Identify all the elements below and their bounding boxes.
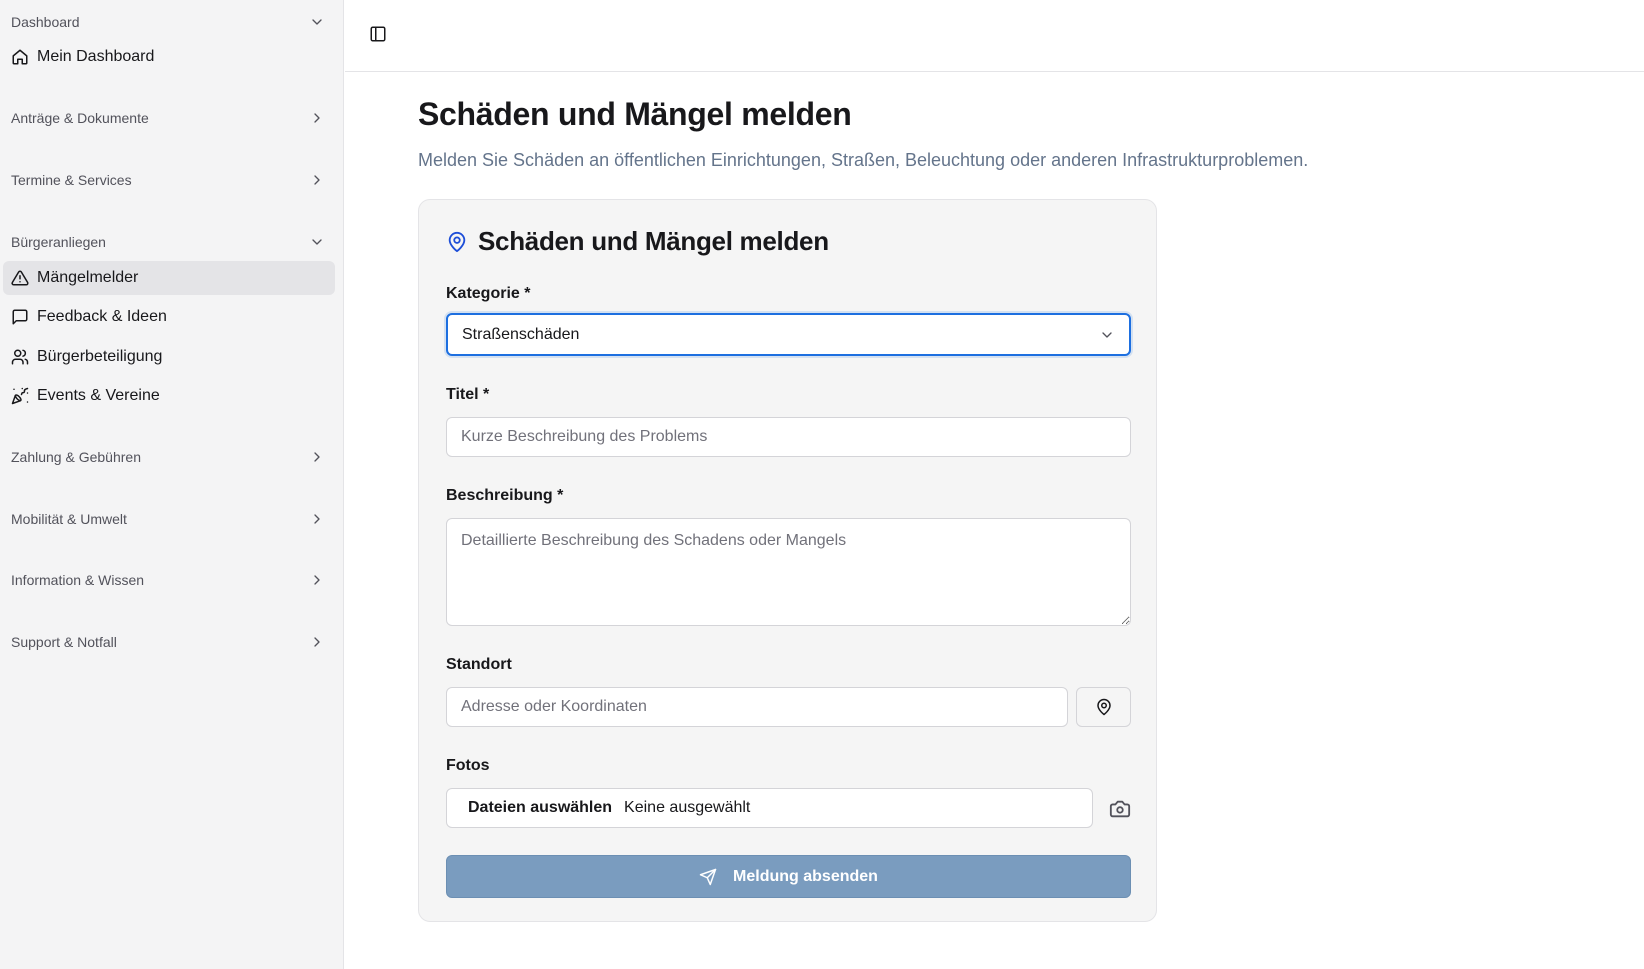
chevron-right-icon <box>309 634 325 650</box>
sidebar-group-support[interactable]: Support & Notfall <box>11 631 331 653</box>
message-square-icon <box>11 308 29 326</box>
chevron-right-icon <box>309 172 325 188</box>
category-label: Kategorie * <box>446 285 531 302</box>
chevron-down-icon <box>1099 327 1115 343</box>
sidebar-group-zahlung[interactable]: Zahlung & Gebühren <box>11 446 331 468</box>
sidebar-item-maengelmelder[interactable]: Mängelmelder <box>3 261 335 295</box>
description-textarea[interactable] <box>446 518 1131 626</box>
send-icon <box>699 868 717 886</box>
sidebar-toggle-icon <box>370 26 386 42</box>
sidebar-item-label: Events & Vereine <box>37 387 160 404</box>
file-status: Keine ausgewählt <box>624 799 751 816</box>
chevron-right-icon <box>309 511 325 527</box>
title-input[interactable] <box>446 417 1131 457</box>
report-form-card: Schäden und Mängel melden Kategorie * St… <box>418 199 1157 922</box>
category-select[interactable]: Straßenschäden <box>446 313 1131 356</box>
photos-label: Fotos <box>446 757 490 774</box>
sidebar-group-dashboard[interactable]: Dashboard <box>11 11 331 33</box>
location-input[interactable] <box>446 687 1068 727</box>
sidebar-item-mein-dashboard[interactable]: Mein Dashboard <box>3 40 335 74</box>
sidebar-group-label: Support & Notfall <box>11 634 117 650</box>
map-pin-icon <box>446 231 468 253</box>
chevron-down-icon <box>309 14 325 30</box>
sidebar-group-label: Bürgeranliegen <box>11 234 106 250</box>
locate-button[interactable] <box>1076 687 1131 727</box>
sidebar-group-label: Information & Wissen <box>11 572 145 588</box>
sidebar-item-buergerbeteiligung[interactable]: Bürgerbeteiligung <box>3 340 335 374</box>
sidebar-group-label: Mobilität & Umwelt <box>11 511 127 527</box>
sidebar-group-buergeranliegen[interactable]: Bürgeranliegen <box>11 231 331 253</box>
sidebar-group-label: Zahlung & Gebühren <box>11 449 141 465</box>
sidebar-group-mobilitaet[interactable]: Mobilität & Umwelt <box>11 508 331 530</box>
party-popper-icon <box>11 387 29 405</box>
page-subtitle: Melden Sie Schäden an öffentlichen Einri… <box>418 150 1309 170</box>
map-pin-icon <box>1096 698 1111 716</box>
sidebar-toggle-button[interactable] <box>367 23 389 45</box>
description-label: Beschreibung * <box>446 487 564 504</box>
home-icon <box>11 48 29 66</box>
chevron-right-icon <box>309 110 325 126</box>
choose-files-button[interactable]: Dateien auswählen <box>468 799 612 817</box>
chevron-right-icon <box>309 449 325 465</box>
submit-label: Meldung absenden <box>733 867 878 885</box>
sidebar-group-antraege[interactable]: Anträge & Dokumente <box>11 107 331 129</box>
category-value: Straßenschäden <box>462 325 580 343</box>
alert-triangle-icon <box>11 269 29 287</box>
card-title-text: Schäden und Mängel melden <box>478 226 829 256</box>
sidebar-item-label: Mängelmelder <box>37 269 139 286</box>
top-bar <box>345 0 1644 72</box>
chevron-right-icon <box>309 572 325 588</box>
sidebar-group-label: Dashboard <box>11 14 80 30</box>
sidebar-group-label: Anträge & Dokumente <box>11 110 149 126</box>
sidebar-item-label: Feedback & Ideen <box>37 308 167 325</box>
users-icon <box>11 348 29 366</box>
chevron-down-icon <box>309 234 325 250</box>
location-label: Standort <box>446 656 512 673</box>
sidebar: Dashboard Mein Dashboard Anträge & Dokum… <box>0 0 344 969</box>
sidebar-item-feedback[interactable]: Feedback & Ideen <box>3 300 335 334</box>
sidebar-item-events[interactable]: Events & Vereine <box>3 379 335 413</box>
card-title: Schäden und Mängel melden <box>446 226 829 257</box>
title-label: Titel * <box>446 386 490 403</box>
photos-file-input[interactable]: Dateien auswählen Keine ausgewählt <box>446 788 1093 828</box>
camera-icon[interactable] <box>1109 798 1131 820</box>
sidebar-group-termine[interactable]: Termine & Services <box>11 169 331 191</box>
sidebar-item-label: Mein Dashboard <box>37 48 155 65</box>
sidebar-group-label: Termine & Services <box>11 172 132 188</box>
sidebar-group-information[interactable]: Information & Wissen <box>11 569 331 591</box>
sidebar-item-label: Bürgerbeteiligung <box>37 348 163 365</box>
submit-report-button[interactable]: Meldung absenden <box>446 855 1131 898</box>
page-title: Schäden und Mängel melden <box>418 96 852 132</box>
